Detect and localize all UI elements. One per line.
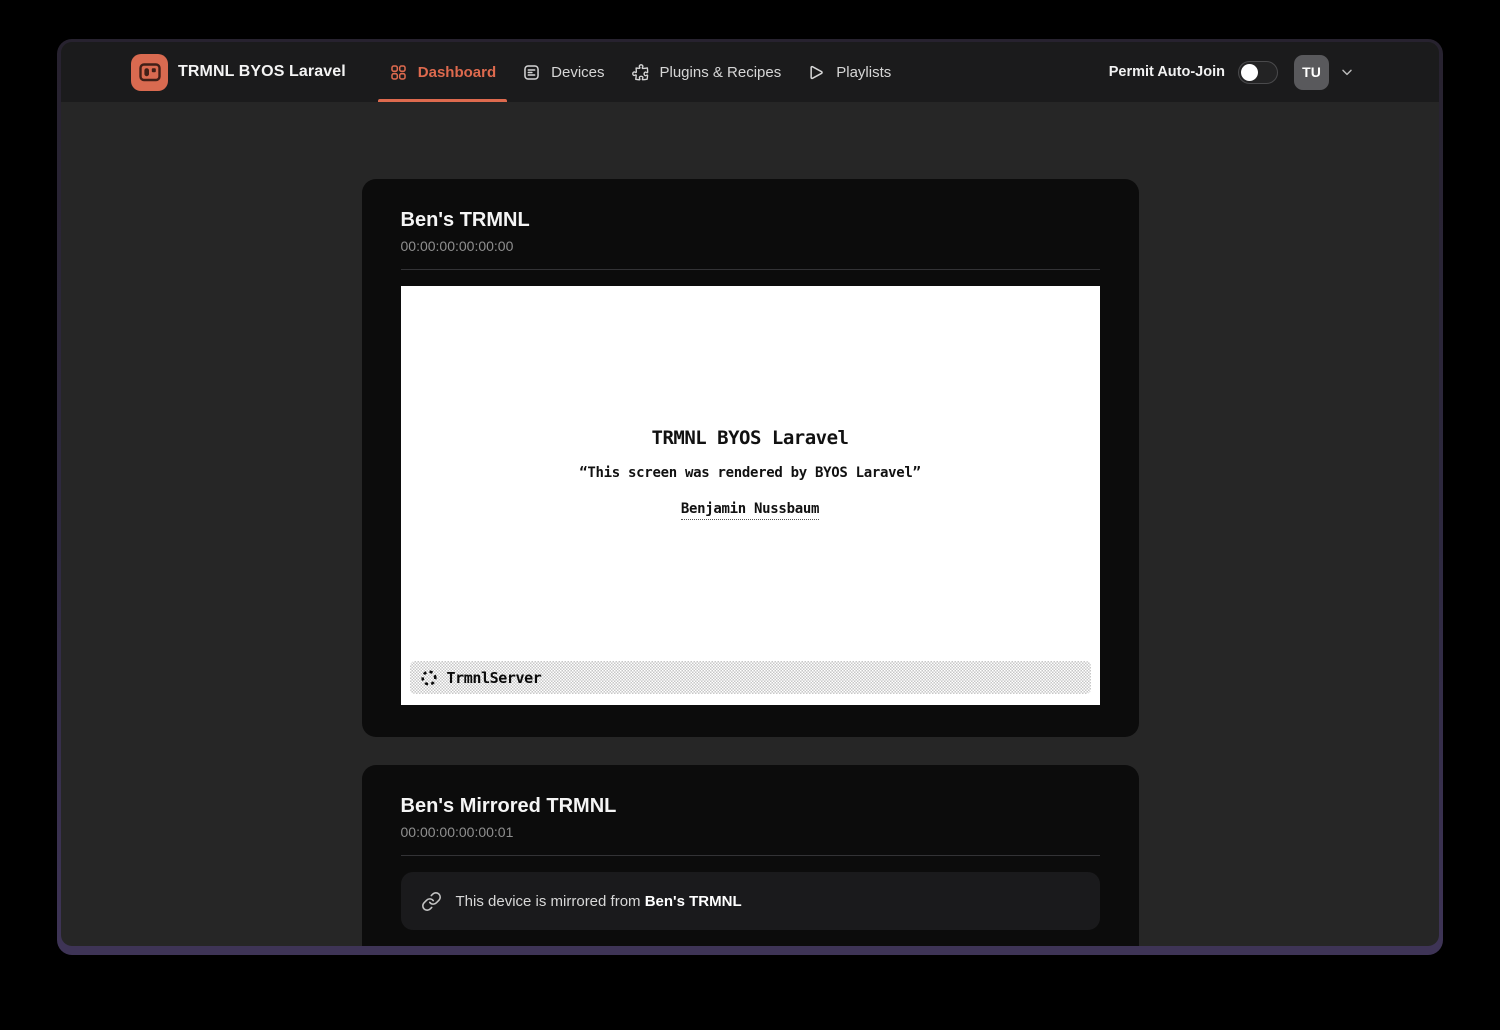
screen-title: TRMNL BYOS Laravel [652, 427, 849, 449]
nav-item-plugins-recipes[interactable]: Plugins & Recipes [618, 42, 795, 102]
navbar: TRMNL BYOS Laravel Dashboard [61, 42, 1439, 102]
chevron-down-icon[interactable] [1339, 64, 1355, 80]
trmnl-logo-icon[interactable] [131, 54, 168, 91]
nav-label: Devices [551, 64, 604, 81]
toggle-knob [1241, 64, 1258, 81]
nav-label: Dashboard [418, 64, 496, 81]
app-window: TRMNL BYOS Laravel Dashboard [61, 42, 1439, 946]
divider [401, 855, 1100, 856]
main-content: Ben's TRMNL 00:00:00:00:00:00 TRMNL BYOS… [61, 102, 1439, 946]
device-name: Ben's Mirrored TRMNL [401, 793, 1100, 819]
device-mac-address: 00:00:00:00:00:00 [401, 237, 1100, 255]
app-window-frame: TRMNL BYOS Laravel Dashboard [57, 39, 1443, 955]
mirror-notice-panel: This device is mirrored from Ben's TRMNL [401, 872, 1100, 930]
nav-label: Plugins & Recipes [660, 64, 782, 81]
mirror-notice-text: This device is mirrored from Ben's TRMNL [456, 893, 742, 910]
spinner-icon [420, 669, 438, 687]
puzzle-piece-icon [631, 63, 650, 82]
user-avatar[interactable]: TU [1294, 55, 1329, 90]
brand-title: TRMNL BYOS Laravel [178, 63, 346, 81]
nav-item-dashboard[interactable]: Dashboard [376, 42, 509, 102]
nav-items: Dashboard Devices [376, 42, 904, 102]
device-card-bens-mirrored-trmnl: Ben's Mirrored TRMNL 00:00:00:00:00:01 T… [362, 765, 1139, 946]
device-mac-address: 00:00:00:00:00:01 [401, 823, 1100, 841]
screen-author-link: Benjamin Nussbaum [681, 501, 819, 520]
device-name: Ben's TRMNL [401, 207, 1100, 233]
dashboard-grid-icon [389, 63, 408, 82]
play-icon [807, 63, 826, 82]
device-card-bens-trmnl: Ben's TRMNL 00:00:00:00:00:00 TRMNL BYOS… [362, 179, 1139, 737]
device-screen-preview: TRMNL BYOS Laravel “This screen was rend… [401, 286, 1100, 705]
permit-auto-join-label: Permit Auto-Join [1109, 64, 1225, 80]
screen-quote: “This screen was rendered by BYOS Larave… [579, 465, 920, 481]
screen-status-label: TrmnlServer [447, 669, 542, 687]
link-icon [421, 891, 442, 912]
nav-label: Playlists [836, 64, 891, 81]
divider [401, 269, 1100, 270]
mirror-source-device: Ben's TRMNL [645, 893, 742, 910]
nav-item-playlists[interactable]: Playlists [794, 42, 904, 102]
devices-list-icon [522, 63, 541, 82]
permit-auto-join-toggle[interactable] [1238, 61, 1278, 84]
nav-item-devices[interactable]: Devices [509, 42, 617, 102]
screen-status-bar: TrmnlServer [410, 661, 1091, 694]
